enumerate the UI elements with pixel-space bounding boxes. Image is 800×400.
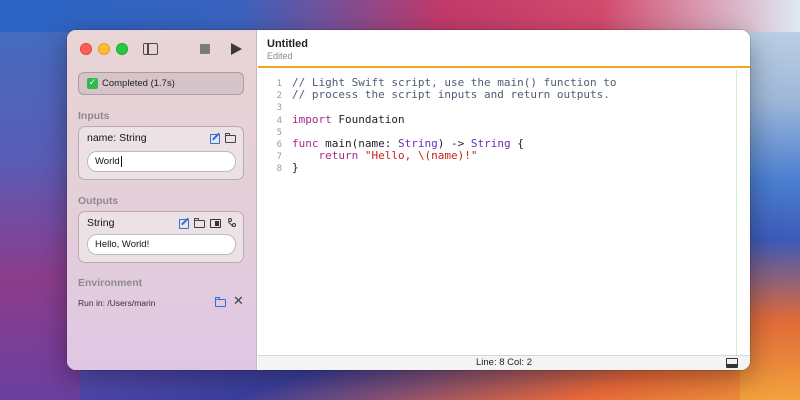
line-number: 8 — [276, 164, 282, 175]
code-token: func — [292, 137, 319, 150]
output-card: String Hello, World! — [78, 211, 244, 263]
code-token: String — [397, 137, 438, 150]
document-status: Edited — [267, 51, 293, 61]
code-line[interactable]: 5 — [258, 126, 292, 138]
line-number: 4 — [276, 115, 282, 126]
line-number: 2 — [276, 91, 282, 102]
minimize-window-button[interactable] — [98, 43, 110, 55]
code-token: } — [292, 161, 299, 175]
code-token: // Light Swift script, use the main() fu… — [292, 76, 617, 89]
code-editor[interactable]: 1 // Light Swift script, use the main() f… — [258, 70, 750, 355]
cursor-position: Line: 8 Col: 2 — [476, 357, 532, 368]
output-value: Hello, World! — [95, 239, 150, 250]
environment-section-title: Environment — [78, 277, 143, 289]
code-line[interactable]: 6 func main(name: String) -> String { — [258, 137, 524, 151]
edit-icon[interactable] — [210, 132, 222, 144]
inputs-section-title: Inputs — [78, 110, 110, 122]
output-field[interactable]: Hello, World! — [87, 234, 236, 255]
sidebar: ✓ Completed (1.7s) Inputs name: String W… — [67, 30, 257, 370]
code-line[interactable]: 1 // Light Swift script, use the main() f… — [258, 76, 617, 90]
code-token: return — [318, 149, 359, 163]
code-token: ) -> — [437, 137, 471, 150]
folder-icon[interactable] — [225, 133, 237, 144]
terminal-icon[interactable] — [210, 218, 222, 229]
run-in-path: Run in: /Users/marin — [78, 298, 156, 308]
edit-icon[interactable] — [179, 217, 191, 229]
code-line[interactable]: 4 import Foundation — [258, 112, 405, 126]
sidebar-icon[interactable] — [142, 40, 160, 58]
line-number: 3 — [276, 103, 282, 114]
input-label: name: String — [87, 132, 147, 144]
code-token: Foundation — [331, 112, 405, 126]
document-title: Untitled — [267, 38, 308, 50]
output-label: String — [87, 217, 115, 229]
check-icon: ✓ — [87, 78, 98, 89]
code-token: main(name: — [318, 137, 398, 150]
code-token: "Hello, \(name)!" — [364, 149, 478, 163]
zoom-window-button[interactable] — [116, 43, 128, 55]
editor-header: Untitled Edited — [258, 30, 750, 68]
line-number: 6 — [276, 140, 282, 150]
line-number: 7 — [276, 152, 282, 163]
outputs-section-title: Outputs — [78, 195, 119, 207]
run-status-text: Completed (1.7s) — [102, 78, 175, 89]
stop-icon[interactable] — [197, 40, 215, 58]
folder-icon[interactable] — [215, 297, 227, 307]
run-status-badge: ✓ Completed (1.7s) — [78, 72, 244, 95]
line-number: 1 — [276, 79, 282, 89]
folder-icon[interactable] — [194, 218, 206, 229]
panel-icon[interactable] — [726, 358, 738, 368]
text-caret — [120, 155, 122, 167]
code-line[interactable]: 3 — [258, 101, 292, 113]
editor-margin-line — [736, 70, 737, 355]
code-token: import — [292, 112, 332, 126]
code-token: { — [510, 137, 524, 150]
desktop-wallpaper-top — [0, 0, 800, 32]
play-icon[interactable] — [227, 40, 245, 58]
code-line[interactable]: 2 // process the script inputs and return… — [258, 88, 610, 102]
close-icon[interactable]: ✕ — [233, 294, 244, 309]
name-input-value: World — [95, 156, 120, 167]
input-card: name: String World — [78, 126, 244, 180]
status-bar: Line: 8 Col: 2 — [258, 355, 750, 370]
code-token: String — [470, 137, 511, 150]
code-token: // process the script inputs and return … — [292, 88, 610, 102]
app-window: ✓ Completed (1.7s) Inputs name: String W… — [67, 30, 750, 370]
name-input[interactable]: World — [87, 151, 236, 172]
close-window-button[interactable] — [80, 43, 92, 55]
code-line[interactable]: 8} — [258, 161, 299, 175]
link-icon[interactable] — [226, 217, 238, 228]
code-line[interactable]: 7 return "Hello, \(name)!" — [258, 149, 478, 163]
line-number: 5 — [276, 127, 282, 138]
